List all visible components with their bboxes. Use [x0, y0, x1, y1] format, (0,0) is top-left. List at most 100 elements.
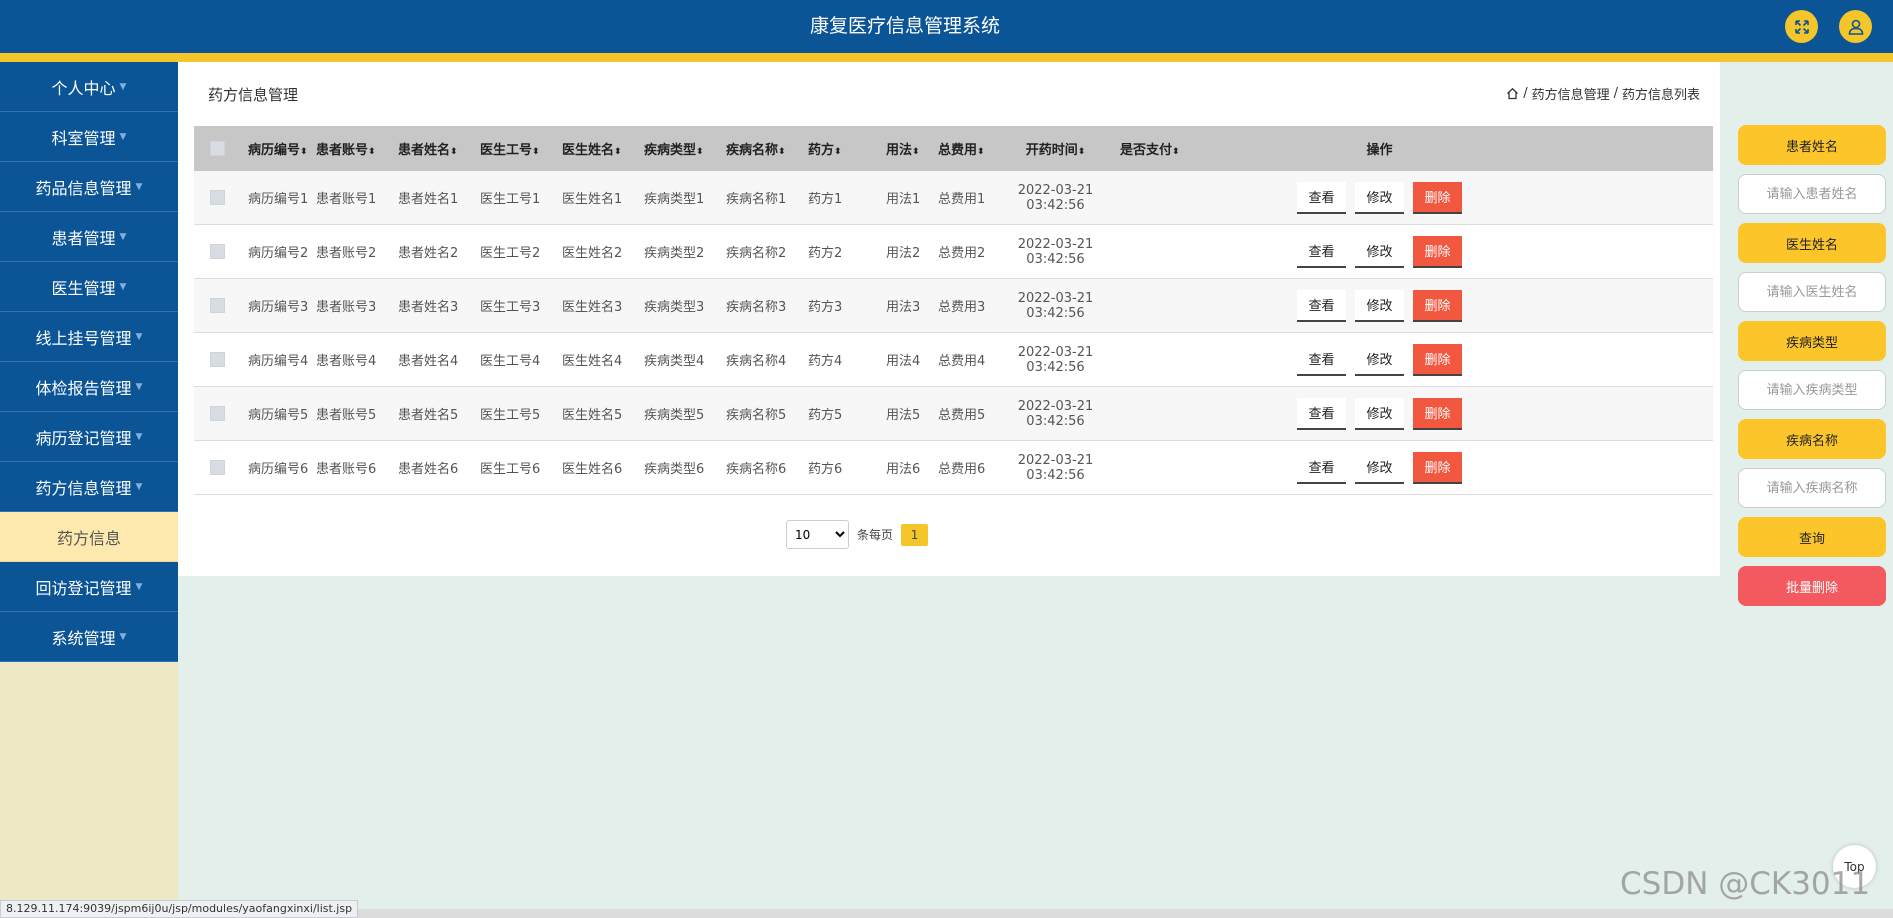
sort-icon[interactable]: ⬍	[834, 147, 842, 157]
cell-disease-type: 疾病类型4	[644, 354, 705, 369]
cell-total-cost: 总费用3	[938, 300, 986, 315]
sidebar-item-medical-record[interactable]: 病历登记管理 ▼	[0, 412, 178, 462]
column-header-patient-account[interactable]: 患者账号⬍	[316, 139, 398, 158]
breadcrumb-item[interactable]: 药方信息管理	[1532, 84, 1610, 103]
column-header-label: 开药时间	[1025, 143, 1078, 158]
column-header-is-paid[interactable]: 是否支付⬍	[1120, 139, 1297, 158]
sidebar-item-online-registration[interactable]: 线上挂号管理 ▼	[0, 312, 178, 362]
view-button[interactable]: 查看	[1297, 451, 1346, 484]
cell-total-cost: 总费用1	[938, 192, 986, 207]
cell-usage: 用法6	[886, 462, 921, 477]
sidebar-item-personal-center[interactable]: 个人中心 ▼	[0, 62, 178, 112]
delete-button[interactable]: 删除	[1413, 397, 1462, 430]
row-checkbox[interactable]	[210, 352, 225, 367]
sort-icon[interactable]: ⬍	[1172, 147, 1180, 157]
page-number-button[interactable]: 1	[901, 523, 929, 546]
cell-case-no: 病历编号3	[248, 300, 309, 315]
edit-button[interactable]: 修改	[1355, 181, 1404, 214]
sidebar-subitem-prescription-info[interactable]: 药方信息	[0, 512, 178, 562]
column-header-disease-name[interactable]: 疾病名称⬍	[726, 139, 808, 158]
view-button[interactable]: 查看	[1297, 289, 1346, 322]
fullscreen-button[interactable]	[1785, 10, 1818, 43]
disease-type-input[interactable]	[1738, 370, 1886, 410]
delete-button[interactable]: 删除	[1413, 235, 1462, 268]
column-header-prescription[interactable]: 药方⬍	[808, 139, 886, 158]
sidebar-item-label: 病历登记管理	[35, 428, 132, 448]
sidebar-item-checkup-report[interactable]: 体检报告管理 ▼	[0, 362, 178, 412]
cell-doctor-name: 医生姓名1	[562, 192, 623, 207]
cell-disease-type: 疾病类型5	[644, 408, 705, 423]
status-bar-url: 8.129.11.174:9039/jspm6ij0u/jsp/modules/…	[0, 900, 359, 918]
column-header-prescribe-time[interactable]: 开药时间⬍	[991, 139, 1120, 158]
edit-button[interactable]: 修改	[1355, 451, 1404, 484]
sort-icon[interactable]: ⬍	[532, 147, 540, 157]
column-header-total-cost[interactable]: 总费用⬍	[938, 139, 991, 158]
doctor-name-input[interactable]	[1738, 272, 1886, 312]
sidebar-item-patients[interactable]: 患者管理 ▼	[0, 212, 178, 262]
edit-button[interactable]: 修改	[1355, 397, 1404, 430]
select-all-checkbox[interactable]	[210, 141, 225, 156]
user-icon	[1848, 19, 1863, 35]
chevron-down-icon: ▼	[119, 281, 127, 292]
sort-icon[interactable]: ⬍	[300, 147, 308, 157]
view-button[interactable]: 查看	[1297, 397, 1346, 430]
column-header-patient-name[interactable]: 患者姓名⬍	[398, 139, 480, 158]
sort-icon[interactable]: ⬍	[450, 147, 458, 157]
row-checkbox[interactable]	[210, 244, 225, 259]
sort-icon[interactable]: ⬍	[778, 147, 786, 157]
delete-button[interactable]: 删除	[1413, 289, 1462, 322]
chevron-down-icon: ▼	[119, 231, 127, 242]
delete-button[interactable]: 删除	[1413, 181, 1462, 214]
batch-delete-button[interactable]: 批量删除	[1738, 566, 1886, 606]
column-header-doctor-name[interactable]: 医生姓名⬍	[562, 139, 644, 158]
page-size-select[interactable]: 10	[786, 520, 849, 549]
table-row: 病历编号2 患者账号2 患者姓名2 医生工号2 医生姓名2 疾病类型2 疾病名称2 药方2 用法…	[194, 225, 1713, 279]
view-button[interactable]: 查看	[1297, 343, 1346, 376]
column-header-case-no[interactable]: 病历编号⬍	[248, 139, 316, 158]
cell-disease-name: 疾病名称1	[726, 192, 787, 207]
disease-name-input[interactable]	[1738, 468, 1886, 508]
user-button[interactable]	[1839, 10, 1872, 43]
query-button[interactable]: 查询	[1738, 517, 1886, 557]
disease-name-label: 疾病名称	[1738, 419, 1886, 459]
row-checkbox[interactable]	[210, 460, 225, 475]
chevron-down-icon: ▼	[135, 431, 143, 442]
app-title: 康复医疗信息管理系统	[809, 15, 1000, 37]
sort-icon[interactable]: ⬍	[614, 147, 622, 157]
chevron-down-icon: ▼	[135, 331, 143, 342]
row-checkbox[interactable]	[210, 406, 225, 421]
column-header-usage[interactable]: 用法⬍	[886, 139, 938, 158]
sidebar-item-label: 线上挂号管理	[35, 328, 132, 348]
sort-icon[interactable]: ⬍	[1078, 147, 1086, 157]
sidebar-item-doctors[interactable]: 医生管理 ▼	[0, 262, 178, 312]
column-header-disease-type[interactable]: 疾病类型⬍	[644, 139, 726, 158]
sidebar-item-department[interactable]: 科室管理 ▼	[0, 112, 178, 162]
edit-button[interactable]: 修改	[1355, 235, 1404, 268]
sidebar-item-medicine[interactable]: 药品信息管理 ▼	[0, 162, 178, 212]
column-header-doctor-id[interactable]: 医生工号⬍	[480, 139, 562, 158]
delete-button[interactable]: 删除	[1413, 343, 1462, 376]
view-button[interactable]: 查看	[1297, 235, 1346, 268]
sort-icon[interactable]: ⬍	[696, 147, 704, 157]
sort-icon[interactable]: ⬍	[977, 147, 985, 157]
sidebar-item-follow-up[interactable]: 回访登记管理 ▼	[0, 562, 178, 612]
sort-icon[interactable]: ⬍	[912, 147, 920, 157]
column-header-label: 操作	[1366, 143, 1393, 158]
top-header: 康复医疗信息管理系统	[0, 0, 1893, 62]
edit-button[interactable]: 修改	[1355, 289, 1404, 322]
home-icon[interactable]	[1506, 87, 1519, 100]
row-checkbox[interactable]	[210, 298, 225, 313]
view-button[interactable]: 查看	[1297, 181, 1346, 214]
sidebar-item-system[interactable]: 系统管理 ▼	[0, 612, 178, 662]
delete-button[interactable]: 删除	[1413, 451, 1462, 484]
cell-prescribe-time: 2022-03-21 03:42:56	[1017, 290, 1094, 321]
sort-icon[interactable]: ⬍	[368, 147, 376, 157]
cell-disease-name: 疾病名称5	[726, 408, 787, 423]
cell-prescribe-time: 2022-03-21 03:42:56	[1017, 236, 1094, 267]
sidebar-item-prescription-management[interactable]: 药方信息管理 ▼	[0, 462, 178, 512]
row-checkbox[interactable]	[210, 190, 225, 205]
patient-name-input[interactable]	[1738, 174, 1886, 214]
edit-button[interactable]: 修改	[1355, 343, 1404, 376]
cell-patient-name: 患者姓名4	[398, 354, 459, 369]
chevron-down-icon: ▼	[135, 581, 143, 592]
